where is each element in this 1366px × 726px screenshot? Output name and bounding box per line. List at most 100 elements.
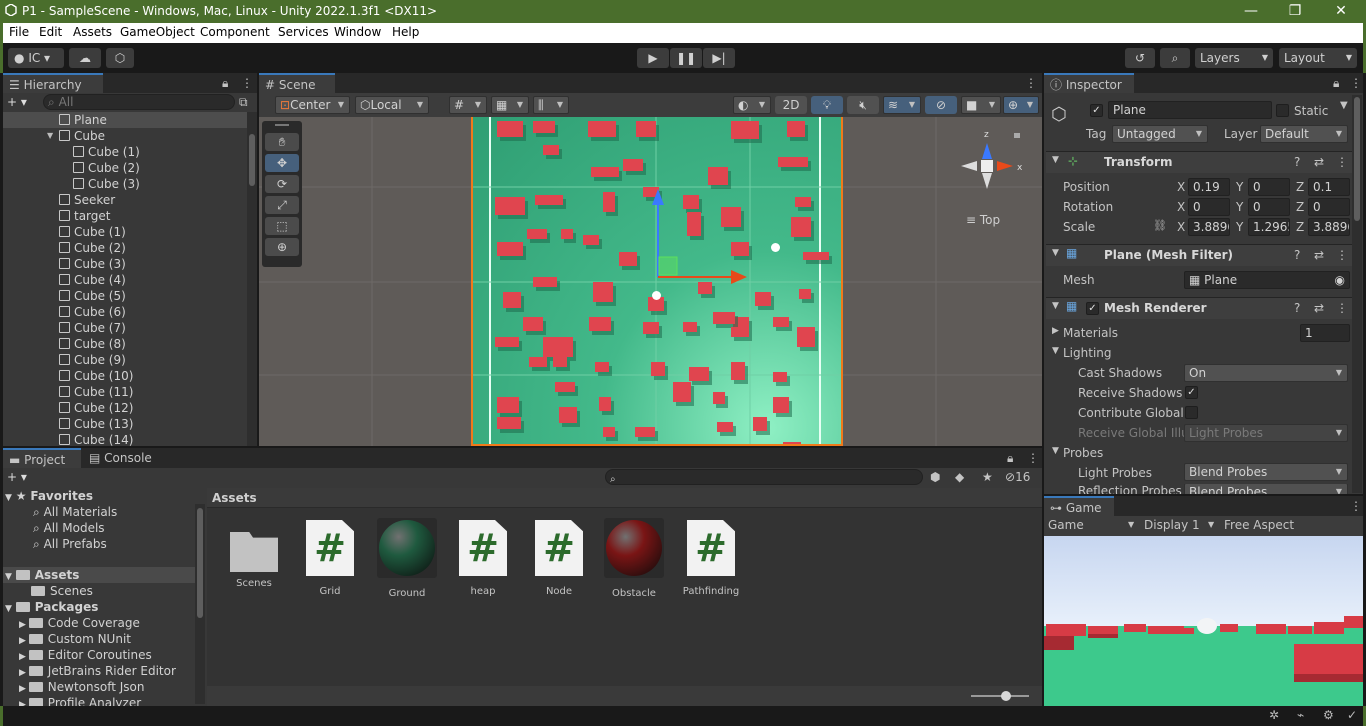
obstacle-cube[interactable] bbox=[589, 317, 611, 331]
package-folder[interactable]: ▶ JetBrains Rider Editor bbox=[19, 663, 176, 679]
tag-dropdown[interactable]: Untagged bbox=[1112, 125, 1208, 143]
more-menu-icon[interactable]: ⋮ bbox=[1350, 76, 1362, 90]
hierarchy-item[interactable]: Cube (9) bbox=[3, 352, 247, 368]
receive-shadows-checkbox[interactable]: ✓ bbox=[1185, 386, 1198, 399]
scrollbar-thumb[interactable] bbox=[1354, 97, 1360, 221]
chevron-right-icon[interactable]: ▶ bbox=[19, 668, 29, 678]
hierarchy-search-input[interactable]: ⌕ All bbox=[43, 94, 235, 110]
obstacle-cube[interactable] bbox=[795, 197, 811, 207]
obstacle-cube[interactable] bbox=[731, 327, 749, 337]
obstacle-cube[interactable] bbox=[803, 252, 829, 260]
mesh-renderer-header[interactable]: ▼ ▦ ✓ Mesh Renderer ? ⇄ ⋮ bbox=[1046, 297, 1352, 319]
hierarchy-item[interactable]: Cube (1) bbox=[3, 224, 247, 240]
object-name-field[interactable]: Plane bbox=[1108, 101, 1272, 119]
menu-assets[interactable]: Assets bbox=[73, 25, 112, 39]
hierarchy-item[interactable]: Cube (1) bbox=[3, 144, 247, 160]
more-menu-icon[interactable]: ⋮ bbox=[241, 76, 253, 90]
obstacle-cube[interactable] bbox=[595, 362, 609, 372]
presets-icon[interactable]: ⇄ bbox=[1314, 155, 1324, 169]
obstacle-cube[interactable] bbox=[599, 397, 611, 411]
lock-icon[interactable]: 🔒︎ bbox=[1007, 451, 1013, 466]
obstacle-cube[interactable] bbox=[523, 317, 543, 331]
position-x-field[interactable]: 0.19 bbox=[1188, 178, 1230, 196]
zoom-slider-track[interactable] bbox=[971, 695, 1029, 697]
pivot-rotation-dropdown[interactable]: ⬡Local bbox=[355, 96, 429, 114]
game-mode-dropdown[interactable]: Game ▼ bbox=[1048, 518, 1134, 532]
pivot-mode-dropdown[interactable]: ⊡Center bbox=[275, 96, 350, 114]
increment-snap-dropdown[interactable]: ⫼ bbox=[533, 96, 569, 114]
menu-component[interactable]: Component bbox=[200, 25, 270, 39]
asset-node[interactable]: # Node bbox=[524, 520, 594, 597]
obstacle-cube[interactable] bbox=[713, 312, 735, 324]
chevron-down-icon[interactable]: ▼ bbox=[1052, 346, 1059, 356]
obstacle-cube[interactable] bbox=[731, 362, 745, 380]
constrain-proportions-icon[interactable]: ⛓ bbox=[1153, 219, 1167, 232]
obstacle-cube[interactable] bbox=[636, 121, 656, 137]
obstacle-cube[interactable] bbox=[593, 282, 613, 302]
tab-inspector[interactable]: ⓘ Inspector bbox=[1044, 73, 1134, 93]
hierarchy-item[interactable]: Cube (3) bbox=[3, 256, 247, 272]
obstacle-cube[interactable] bbox=[535, 195, 563, 205]
package-folder[interactable]: ▶ Editor Coroutines bbox=[19, 647, 152, 663]
reflection-probes-dropdown[interactable]: Blend Probes bbox=[1184, 484, 1348, 494]
add-object-button[interactable]: + ▾ bbox=[7, 95, 37, 109]
hierarchy-item[interactable]: Cube (14) bbox=[3, 432, 247, 446]
obstacle-cube[interactable] bbox=[533, 121, 555, 133]
collab-button[interactable]: ⬡ bbox=[106, 48, 134, 68]
package-folder[interactable]: ▶ Newtonsoft Json bbox=[19, 679, 145, 695]
help-icon[interactable]: ? bbox=[1294, 301, 1300, 315]
hierarchy-item[interactable]: Cube (8) bbox=[3, 336, 247, 352]
hierarchy-item[interactable]: Seeker bbox=[3, 192, 247, 208]
obstacle-cube[interactable] bbox=[529, 357, 547, 367]
transform-tool-button[interactable]: ⊕ bbox=[265, 238, 299, 256]
aspect-dropdown[interactable]: Free Aspect bbox=[1224, 518, 1294, 532]
hierarchy-item[interactable]: Plane bbox=[3, 112, 247, 128]
menu-edit[interactable]: Edit bbox=[39, 25, 62, 39]
obstacle-cube[interactable] bbox=[619, 252, 637, 266]
bug-icon[interactable]: ✲ bbox=[1269, 708, 1279, 722]
probes-label[interactable]: Probes bbox=[1063, 446, 1103, 460]
favorite-all-materials[interactable]: ⌕ All Materials bbox=[33, 504, 117, 520]
asset-obstacle[interactable]: Obstacle bbox=[599, 518, 669, 599]
obstacle-cube[interactable] bbox=[555, 382, 575, 392]
obstacle-cube[interactable] bbox=[527, 229, 547, 239]
package-folder[interactable]: ▶ Custom NUnit bbox=[19, 631, 131, 647]
object-picker-icon[interactable]: ◉ bbox=[1335, 272, 1345, 288]
help-icon[interactable]: ? bbox=[1294, 248, 1300, 262]
more-menu-icon[interactable]: ⋮ bbox=[1336, 301, 1348, 315]
more-menu-icon[interactable]: ⋮ bbox=[1336, 248, 1348, 262]
obstacle-cube[interactable] bbox=[588, 121, 616, 137]
layers-dropdown[interactable]: Layers ▼ bbox=[1195, 48, 1273, 68]
layer-dropdown[interactable]: Default bbox=[1260, 125, 1348, 143]
tab-console[interactable]: ▤ Console bbox=[83, 448, 165, 468]
check-icon[interactable]: ✓ bbox=[1347, 708, 1357, 722]
obstacle-cube[interactable] bbox=[553, 357, 567, 367]
hierarchy-item[interactable]: Cube (12) bbox=[3, 400, 247, 416]
packages-folder[interactable]: ▼ Packages bbox=[5, 599, 98, 615]
menu-services[interactable]: Services bbox=[278, 25, 329, 39]
obstacle-cube[interactable] bbox=[731, 121, 759, 139]
obstacle-cube[interactable] bbox=[791, 217, 811, 237]
obstacle-cube[interactable] bbox=[651, 362, 665, 376]
static-checkbox[interactable] bbox=[1276, 104, 1289, 117]
chevron-right-icon[interactable]: ▶ bbox=[1052, 326, 1059, 336]
obstacle-cube[interactable] bbox=[623, 159, 643, 171]
obstacle-cube[interactable] bbox=[603, 192, 615, 212]
menu-window[interactable]: Window bbox=[334, 25, 381, 39]
inspector-scrollbar[interactable] bbox=[1352, 95, 1362, 493]
obstacle-cube[interactable] bbox=[753, 417, 767, 431]
create-asset-button[interactable]: + ▾ bbox=[7, 470, 27, 484]
hidden-objects-toggle[interactable]: ⊘ bbox=[925, 96, 957, 114]
obstacle-cube[interactable] bbox=[495, 337, 519, 347]
x-axis-handle[interactable] bbox=[731, 270, 747, 284]
obstacle-cube[interactable] bbox=[708, 167, 728, 185]
network-icon[interactable]: ⌁ bbox=[1297, 708, 1304, 722]
obstacle-cube[interactable] bbox=[561, 229, 573, 239]
hierarchy-item[interactable]: ▼ Cube bbox=[3, 128, 247, 144]
obstacle-cube[interactable] bbox=[591, 167, 619, 177]
chevron-right-icon[interactable]: ▶ bbox=[19, 620, 29, 630]
mesh-renderer-enabled-checkbox[interactable]: ✓ bbox=[1086, 302, 1099, 315]
contribute-gi-checkbox[interactable] bbox=[1185, 406, 1198, 419]
lock-icon[interactable]: 🔒︎ bbox=[222, 76, 228, 91]
obstacle-cube[interactable] bbox=[778, 157, 808, 167]
